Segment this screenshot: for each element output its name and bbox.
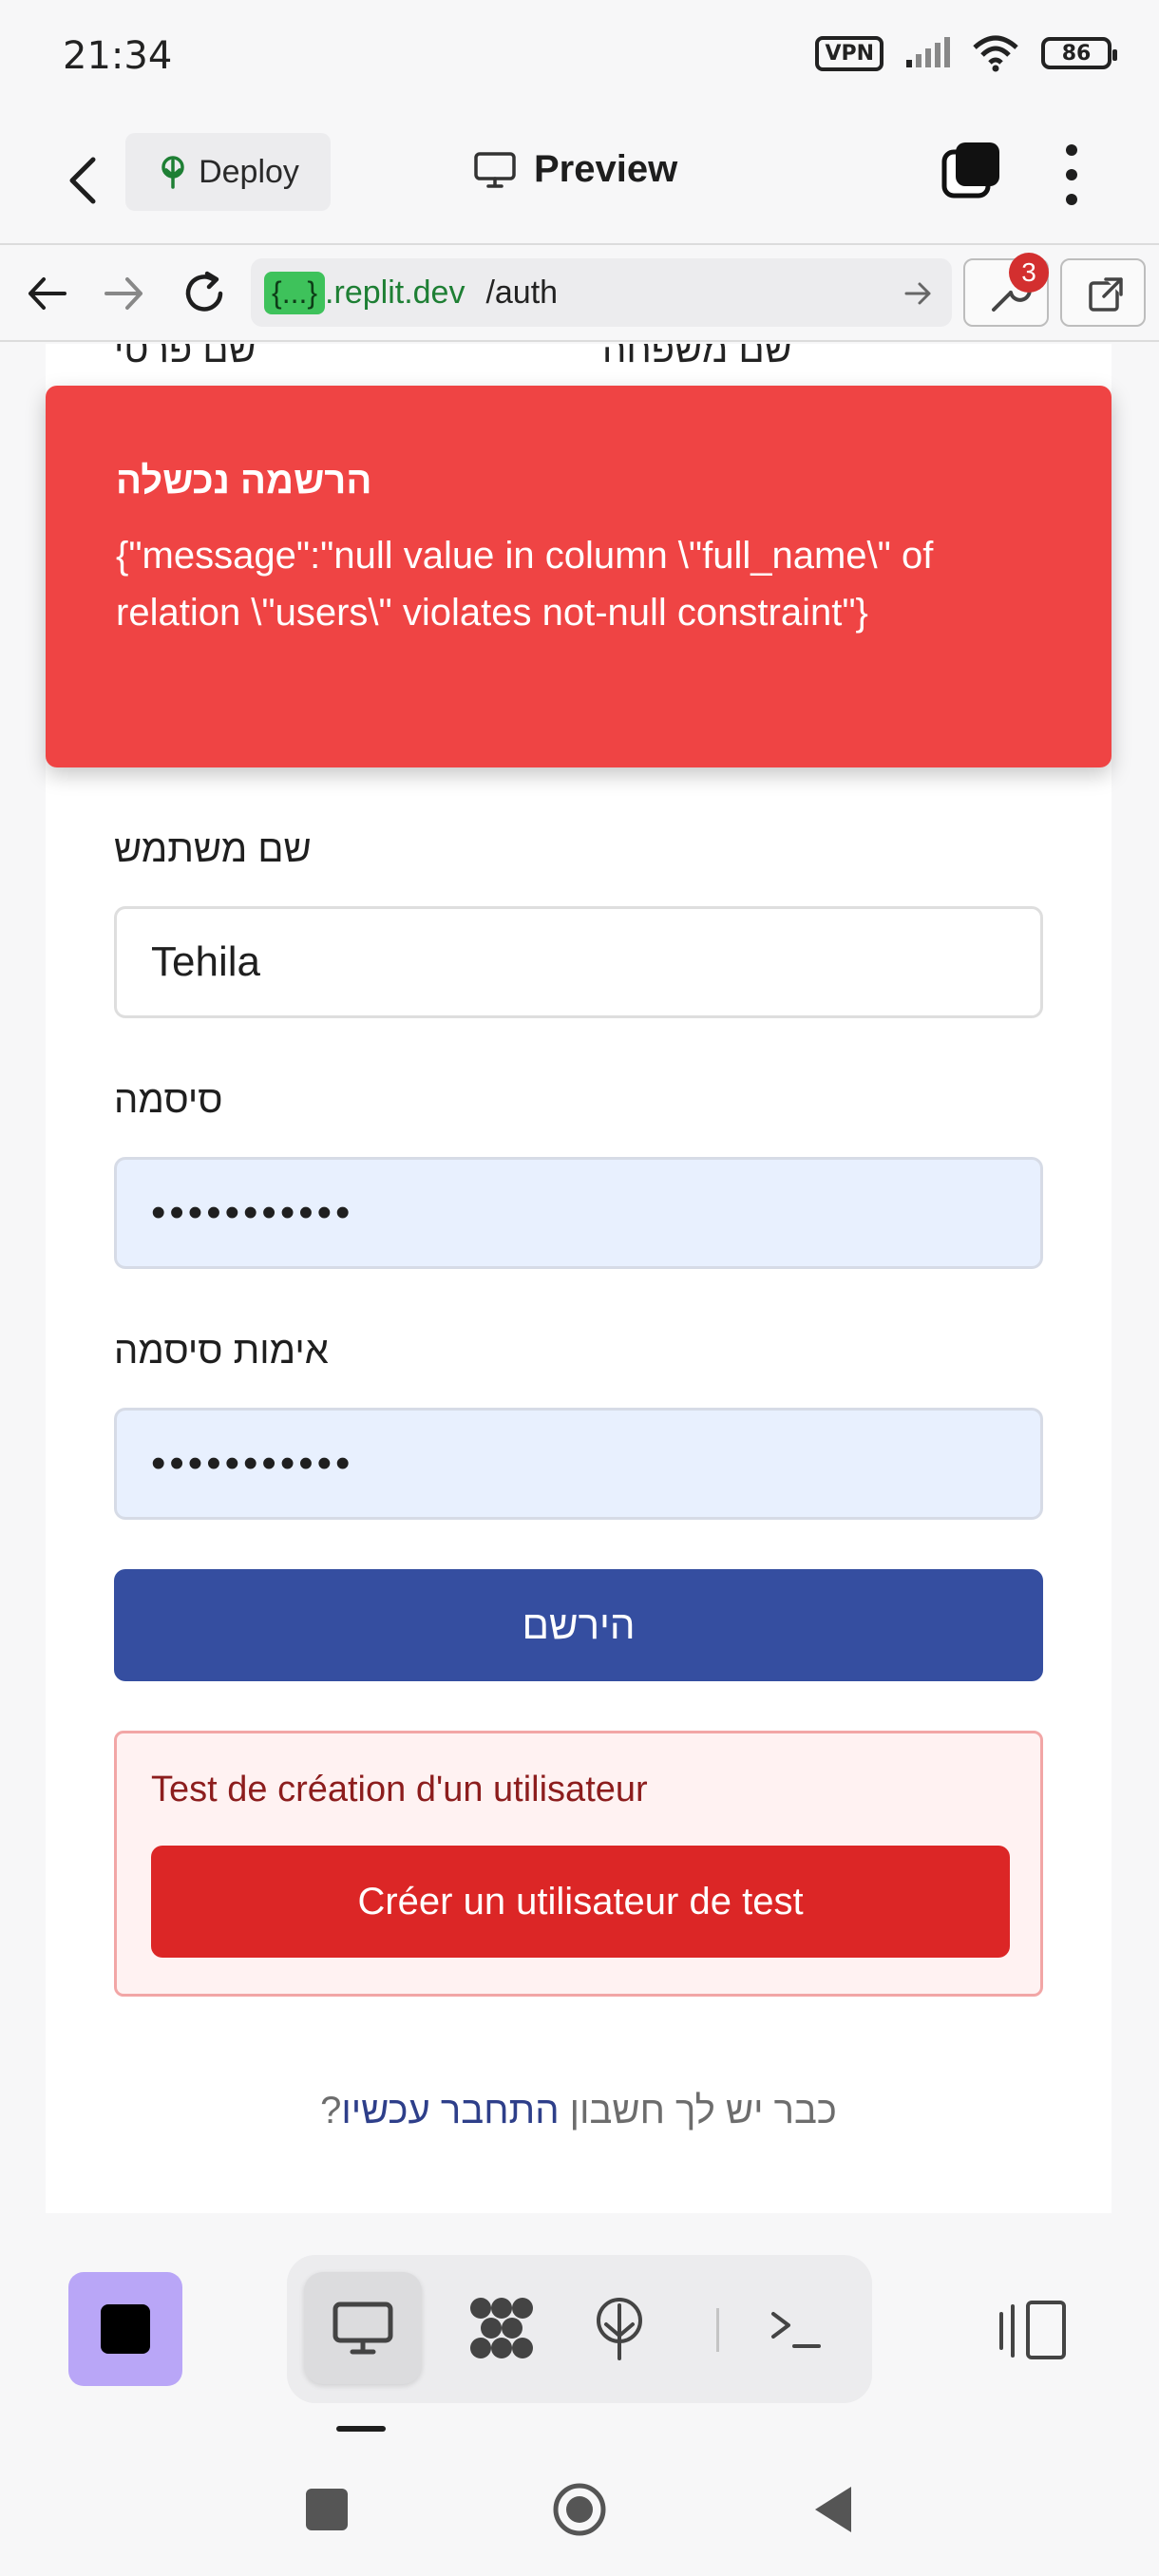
workspace-tool-button[interactable] xyxy=(443,2272,560,2384)
status-time: 21:34 xyxy=(63,34,173,78)
devtools-button[interactable]: 3 xyxy=(963,253,1049,327)
back-icon[interactable] xyxy=(61,152,106,209)
stop-icon xyxy=(101,2304,150,2354)
test-user-panel: Test de création d'un utilisateur Créer … xyxy=(114,1731,1043,1997)
confirm-password-label: אימות סיסמה xyxy=(114,1330,329,1372)
password-value: ••••••••••• xyxy=(151,1189,354,1236)
more-options-icon[interactable] xyxy=(1060,144,1083,205)
password-input[interactable]: ••••••••••• xyxy=(114,1157,1043,1269)
first-name-label: שם פרטי xyxy=(114,344,256,370)
system-back-icon[interactable] xyxy=(811,2483,855,2536)
workspace-icon xyxy=(470,2298,533,2358)
notification-badge: 3 xyxy=(1009,253,1049,293)
password-label: סיסמה xyxy=(114,1079,223,1121)
deploy-button[interactable]: Deploy xyxy=(125,133,331,211)
recents-icon[interactable] xyxy=(306,2489,348,2530)
url-host: .replit.dev xyxy=(325,274,466,311)
preview-tool-button[interactable] xyxy=(304,2272,422,2384)
status-bar: 21:34 VPN 86 xyxy=(0,0,1159,114)
monitor-icon xyxy=(474,151,516,188)
wifi-icon xyxy=(973,35,1018,72)
console-icon xyxy=(771,2312,821,2348)
vpn-icon: VPN xyxy=(815,35,884,71)
preview-icon xyxy=(332,2301,393,2355)
page-title: Preview xyxy=(534,148,678,190)
battery-icon: 86 xyxy=(1041,37,1117,69)
deploy-label: Deploy xyxy=(199,153,299,190)
deploy-tool-icon xyxy=(597,2298,642,2360)
external-link-icon xyxy=(1089,277,1123,312)
confirm-password-input[interactable]: ••••••••••• xyxy=(114,1408,1043,1520)
last-name-label: שם משפחה xyxy=(602,344,792,370)
error-toast[interactable]: הרשמה נכשלה {"message":"null value in co… xyxy=(46,386,1112,767)
username-label: שם משתמש xyxy=(114,828,312,870)
bottom-toolbar xyxy=(0,2213,1159,2432)
status-icons: VPN 86 xyxy=(815,34,1117,72)
url-host-tag: {...} xyxy=(264,271,326,314)
system-navigation-bar xyxy=(0,2432,1159,2576)
username-value: Tehila xyxy=(151,938,260,985)
deploy-tool-button[interactable] xyxy=(560,2272,678,2384)
home-icon[interactable] xyxy=(551,2481,608,2538)
login-link[interactable]: התחבר עכשיו xyxy=(341,2090,559,2131)
create-test-user-button[interactable]: Créer un utilisateur de test xyxy=(151,1846,1010,1958)
layers-icon[interactable] xyxy=(940,141,1001,201)
test-panel-title: Test de création d'un utilisateur xyxy=(151,1770,648,1809)
toolbar-divider xyxy=(716,2308,719,2352)
browser-forward-icon[interactable] xyxy=(99,268,150,319)
url-input[interactable]: {...} .replit.dev /auth xyxy=(251,258,952,327)
register-button[interactable]: הירשם xyxy=(114,1569,1043,1681)
url-bar: {...} .replit.dev /auth 3 xyxy=(0,245,1159,342)
reload-icon[interactable] xyxy=(179,268,230,319)
toast-message: {"message":"null value in column \"full_… xyxy=(116,535,934,634)
confirm-password-value: ••••••••••• xyxy=(151,1440,354,1487)
tool-switcher xyxy=(287,2255,872,2403)
browser-back-icon[interactable] xyxy=(21,268,72,319)
open-external-button[interactable] xyxy=(1060,258,1146,327)
split-view-icon[interactable] xyxy=(996,2297,1072,2363)
username-input[interactable]: Tehila xyxy=(114,906,1043,1018)
stop-button[interactable] xyxy=(68,2272,182,2386)
url-path: /auth xyxy=(485,274,559,311)
login-prompt: ?כבר יש לך חשבון התחבר עכשיו xyxy=(46,2090,1112,2132)
deploy-icon xyxy=(162,156,184,189)
signal-icon xyxy=(906,37,950,67)
preview-title: Preview xyxy=(473,148,677,191)
console-tool-button[interactable] xyxy=(737,2272,855,2384)
toast-title: הרשמה נכשלה xyxy=(116,460,372,502)
go-arrow-icon[interactable] xyxy=(902,277,935,310)
app-header: Deploy Preview xyxy=(0,114,1159,245)
